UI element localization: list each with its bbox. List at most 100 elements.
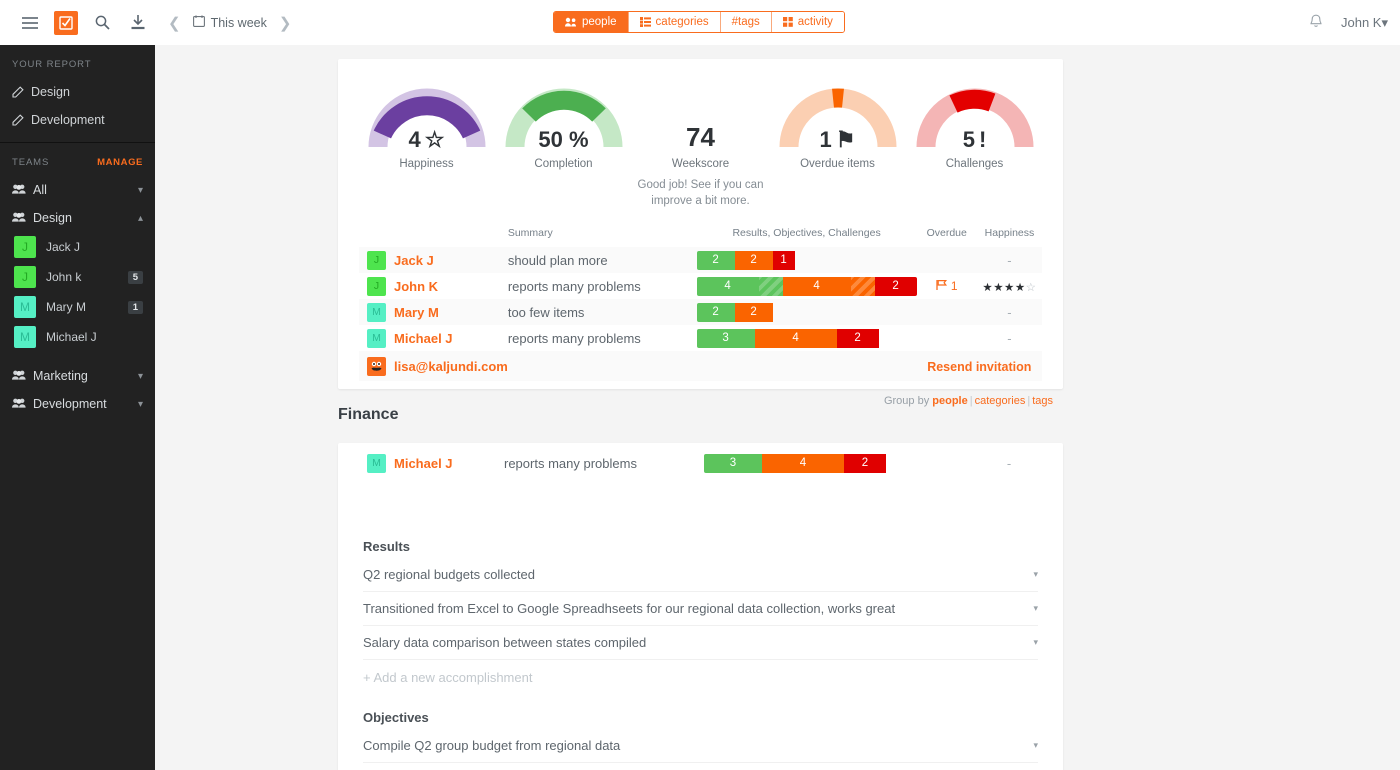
member-link-michael-j[interactable]: M Michael J (367, 453, 504, 473)
sidebar-team-design[interactable]: Design ▴ (0, 204, 155, 232)
bar-segment-challenges: 2 (874, 276, 917, 296)
table-row[interactable]: J John K reports many problems 4 4 2 1 ★… (359, 273, 1042, 299)
user-menu[interactable]: John K▾ (1341, 15, 1388, 31)
sidebar-item-design-report[interactable]: Design (0, 78, 155, 106)
date-navigator: ❮ This week ❯ (156, 14, 303, 32)
report-table-body: J Jack J should plan more 2 2 1 - J John… (359, 247, 1042, 382)
chevron-down-icon[interactable]: ▾ (138, 399, 143, 410)
sidebar-member-jack-j[interactable]: J Jack J (0, 232, 155, 262)
row-bar: 3 4 2 (704, 443, 914, 483)
people-icon (565, 17, 577, 27)
sidebar-item-development-report-label: Development (31, 113, 105, 127)
row-summary: too few items (507, 304, 585, 320)
results-block: Results Q2 regional budgets collected ▾ … (338, 521, 1063, 763)
sidebar-member-michael-j[interactable]: M Michael J (0, 322, 155, 352)
download-icon[interactable] (120, 0, 156, 45)
sidebar-member-mary-m[interactable]: M Mary M 1 (0, 292, 155, 322)
invite-name-cell[interactable]: lisa@kaljundi.com (359, 351, 508, 381)
member-link-jack-j[interactable]: J Jack J (367, 250, 508, 270)
section-title-finance: Finance (338, 406, 399, 423)
sidebar-member-mary-m-label: Mary M (46, 300, 86, 314)
gauge-completion-arc: 50 % (496, 81, 631, 155)
tab-categories[interactable]: categories (628, 12, 721, 32)
invite-action-cell[interactable]: Resend invitation (917, 351, 1042, 381)
group-by-tags[interactable]: tags (1032, 395, 1053, 407)
table-row[interactable]: M Michael J reports many problems 3 4 2 … (359, 443, 1042, 483)
bar-segment-challenges: 1 (772, 250, 795, 270)
sidebar-team-all[interactable]: All ▾ (0, 176, 155, 204)
team-icon (12, 183, 26, 197)
tab-tags[interactable]: #tags (720, 12, 772, 32)
chevron-down-icon[interactable]: ▾ (138, 371, 143, 382)
flag-icon: ⚑ (835, 127, 856, 152)
top-bar-left-group: ❮ This week ❯ (0, 0, 303, 45)
table-row[interactable]: M Mary M too few items 2 2 - (359, 299, 1042, 326)
manage-teams-link[interactable]: MANAGE (97, 157, 143, 168)
member-link-mary-m[interactable]: M Mary M (367, 302, 508, 322)
checkbox-logo-icon[interactable] (54, 10, 78, 35)
exclamation-icon: ! (978, 127, 987, 152)
bar-segment-objectives: 4 (754, 328, 837, 348)
row-name-cell[interactable]: J Jack J (359, 247, 508, 273)
sidebar-member-john-k[interactable]: J John k 5 (0, 262, 155, 292)
result-item[interactable]: Salary data comparison between states co… (363, 626, 1038, 660)
row-summary: reports many problems (504, 455, 637, 471)
bar-segment-objectives: 4 (762, 453, 844, 473)
bar-segment-results: 3 (704, 453, 762, 473)
row-name-cell[interactable]: M Mary M (359, 299, 508, 325)
chevron-up-icon[interactable]: ▴ (138, 213, 143, 224)
date-range-label[interactable]: This week (192, 15, 267, 30)
invite-email-link[interactable]: lisa@kaljundi.com (367, 356, 508, 376)
resend-invitation-button[interactable]: Resend invitation (927, 360, 1031, 374)
member-link-john-k[interactable]: J John K (367, 276, 508, 296)
group-by-people[interactable]: people (932, 395, 967, 407)
group-by-prefix: Group by (883, 395, 930, 407)
sidebar-team-marketing[interactable]: Marketing ▾ (0, 362, 155, 390)
row-happiness: - (1007, 304, 1012, 320)
add-accomplishment-input[interactable]: + Add a new accomplishment (363, 660, 1038, 694)
member-name: Michael J (394, 330, 453, 346)
bar-segment-objectives: 2 (734, 250, 773, 270)
calendar-icon (192, 15, 205, 30)
list-icon (639, 17, 651, 27)
mustache-avatar-icon (367, 356, 386, 376)
table-row[interactable]: J Jack J should plan more 2 2 1 - (359, 247, 1042, 274)
finance-card: M Michael J reports many problems 3 4 2 … (338, 443, 1063, 770)
row-bar: 2 2 (696, 299, 917, 325)
objective-item[interactable]: Compile Q2 group budget from regional da… (363, 729, 1038, 763)
sidebar: YOUR REPORT Design Development TEAMS MAN… (0, 45, 155, 770)
row-overdue (917, 299, 977, 325)
chevron-down-icon[interactable]: ▾ (138, 185, 143, 196)
sidebar-team-development[interactable]: Development ▾ (0, 390, 155, 418)
chevron-down-icon[interactable]: ▾ (1033, 569, 1038, 580)
tab-activity[interactable]: activity (771, 12, 844, 32)
bar-segment-results: 2 (696, 302, 735, 322)
gauge-challenges-number: 5 (962, 127, 975, 152)
sidebar-item-development-report[interactable]: Development (0, 106, 155, 134)
row-overdue (914, 443, 976, 483)
avatar: M (367, 302, 386, 322)
date-range-text: This week (210, 15, 267, 30)
prev-period-button[interactable]: ❮ (156, 14, 193, 32)
sidebar-member-michael-j-label: Michael J (46, 330, 97, 344)
bell-icon[interactable] (1309, 14, 1323, 32)
chevron-down-icon[interactable]: ▾ (1033, 603, 1038, 614)
member-link-michael-j[interactable]: M Michael J (367, 328, 508, 348)
result-item[interactable]: Q2 regional budgets collected ▾ (363, 558, 1038, 592)
group-by-categories[interactable]: categories (975, 395, 1026, 407)
table-row-invite[interactable]: lisa@kaljundi.com Resend invitation (359, 351, 1042, 382)
table-row[interactable]: M Michael J reports many problems 3 4 2 … (359, 325, 1042, 351)
row-name-cell[interactable]: M Michael J (359, 325, 508, 351)
tab-people[interactable]: people (554, 12, 629, 32)
search-icon[interactable] (84, 0, 120, 45)
next-period-button[interactable]: ❯ (267, 14, 304, 32)
row-name-cell[interactable]: J John K (359, 273, 508, 299)
chevron-down-icon[interactable]: ▾ (1033, 740, 1038, 751)
avatar: J (367, 250, 386, 270)
result-item[interactable]: Transitioned from Excel to Google Spread… (363, 592, 1038, 626)
row-name-cell[interactable]: M Michael J (359, 443, 504, 483)
result-item-text: Salary data comparison between states co… (363, 635, 647, 650)
gauge-challenges-arc: 5! (907, 81, 1042, 155)
chevron-down-icon[interactable]: ▾ (1033, 637, 1038, 648)
hamburger-icon[interactable] (12, 0, 48, 45)
